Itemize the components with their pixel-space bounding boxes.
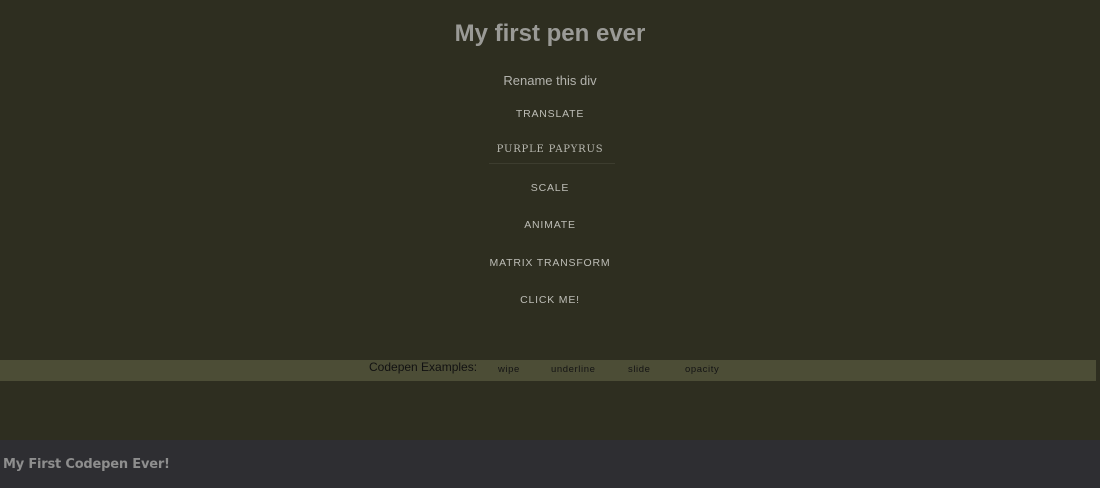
example-link-slide[interactable]: slide: [628, 364, 651, 375]
menu-item-translate[interactable]: TRANSLATE: [0, 108, 1100, 120]
codepen-examples-label: Codepen Examples:: [369, 360, 478, 374]
example-link-opacity[interactable]: opacity: [685, 364, 719, 375]
papyrus-underline-divider: [489, 163, 615, 164]
menu-item-animate[interactable]: ANIMATE: [0, 219, 1100, 231]
menu-item-purple-papyrus[interactable]: PURPLE PAPYRUS: [0, 144, 1100, 155]
example-link-wipe[interactable]: wipe: [498, 364, 520, 375]
menu-item-matrix-transform[interactable]: MATRIX TRANSFORM: [0, 257, 1100, 269]
footer-bar: My First Codepen Ever!: [0, 440, 1100, 488]
example-link-underline[interactable]: underline: [551, 364, 596, 375]
page-title: My first pen ever: [454, 20, 646, 47]
menu-item-scale[interactable]: SCALE: [0, 182, 1100, 194]
menu-item-click-me[interactable]: CLICK ME!: [0, 294, 1100, 306]
footer-title: My First Codepen Ever!: [3, 457, 170, 472]
codepen-examples-bar: Codepen Examples: wipe underline slide o…: [0, 360, 1096, 381]
main-stage: My first pen ever Rename this div TRANSL…: [0, 0, 1100, 440]
rename-div-text: Rename this div: [503, 73, 597, 88]
